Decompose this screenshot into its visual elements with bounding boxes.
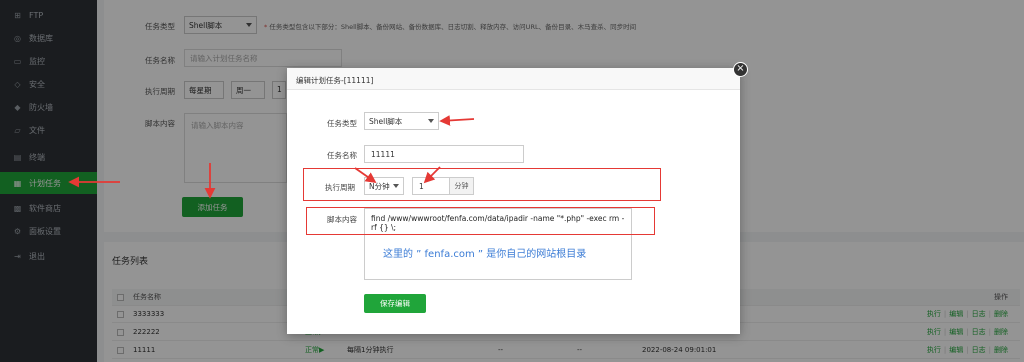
period-highlight-box bbox=[303, 168, 661, 201]
edit-task-modal: 编辑计划任务-[11111] bbox=[287, 68, 740, 334]
modal-task-name-input[interactable]: 11111 bbox=[364, 145, 524, 163]
save-edit-button[interactable]: 保存编辑 bbox=[364, 294, 426, 313]
chevron-down-icon bbox=[428, 119, 434, 123]
close-icon[interactable]: × bbox=[733, 62, 748, 77]
modal-task-type-value: Shell脚本 bbox=[369, 116, 403, 126]
script-highlight-box bbox=[306, 207, 655, 235]
modal-title: 编辑计划任务-[11111] bbox=[287, 68, 740, 90]
annotation-note: 这里的 ” fenfa.com ” 是你自己的网站根目录 bbox=[383, 249, 587, 260]
modal-type-label: 任务类型 bbox=[327, 119, 357, 128]
modal-name-label: 任务名称 bbox=[327, 151, 357, 160]
modal-task-type-select[interactable]: Shell脚本 bbox=[364, 112, 439, 130]
